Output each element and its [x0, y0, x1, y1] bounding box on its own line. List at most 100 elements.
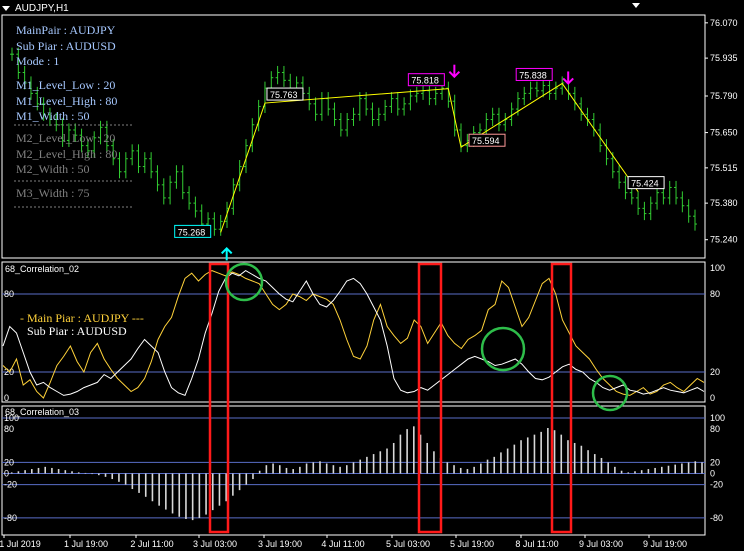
price-bar — [648, 196, 653, 221]
price-bar — [383, 99, 388, 121]
time-axis-label: 3 Jul 03:00 — [193, 539, 237, 549]
corr3-left-label: 20 — [4, 457, 14, 467]
corr3-left-label: -20 — [4, 480, 17, 490]
price-bar — [326, 92, 331, 116]
price-bar — [522, 86, 527, 106]
sub-pair-label: Sub Piar : AUDUSD — [16, 38, 116, 53]
m2-level-high-label: M2_Level_High : 80 — [16, 146, 118, 161]
price-bar — [427, 84, 432, 106]
price-bar — [667, 180, 672, 205]
price-bar — [180, 165, 185, 200]
price-bar — [528, 81, 533, 100]
corr3-tick-label: 80 — [710, 424, 720, 434]
price-bar — [534, 81, 539, 98]
price-bar — [319, 92, 324, 121]
price-bar — [187, 186, 192, 210]
time-axis-label: 4 Jul 11:00 — [321, 539, 364, 549]
corr2-tick-label: 80 — [710, 289, 720, 299]
m1-width-label: M1_Width : 50 — [16, 109, 90, 123]
price-bar — [459, 123, 464, 153]
price-bar — [623, 175, 628, 200]
price-bar — [680, 191, 685, 213]
price-bar — [338, 112, 343, 137]
price-bar — [642, 201, 647, 221]
price-bar — [243, 139, 248, 174]
price-bar — [10, 47, 14, 61]
price-tick-label: 75.240 — [710, 235, 738, 245]
window-menu-icon[interactable] — [632, 3, 640, 8]
price-bar — [218, 214, 223, 236]
price-bar — [572, 86, 577, 111]
price-bar — [655, 186, 660, 210]
time-axis-label: 1 Jul 2019 — [0, 539, 41, 549]
zigzag-line — [220, 82, 639, 233]
window-title-bar[interactable]: AUDJPY,H1 — [2, 2, 69, 14]
price-bar — [389, 92, 394, 113]
highlight-rect — [550, 262, 573, 534]
m2-level-low-label: M2_Level_Low : 20 — [16, 131, 116, 145]
price-bar — [693, 209, 697, 231]
price-bar — [275, 65, 280, 85]
price-label: 75.424 — [631, 179, 659, 189]
price-bar — [212, 212, 217, 236]
price-tick-label: 75.650 — [710, 128, 738, 138]
price-bar — [332, 102, 337, 127]
corr3-tick-label: 20 — [710, 457, 720, 467]
m1-settings-block: M1_Level_Low : 20 M1_Level_High : 80 M1_… — [16, 78, 117, 125]
time-axis-label: 8 Jul 11:00 — [515, 539, 558, 549]
time-axis-label: 5 Jul 19:00 — [450, 539, 494, 549]
price-label: 75.838 — [519, 70, 547, 80]
dropdown-triangle-icon[interactable] — [2, 5, 10, 11]
price-bar — [408, 89, 413, 111]
corr2-left-label: 0 — [4, 393, 9, 403]
price-bar — [351, 107, 356, 127]
price-bar — [370, 102, 375, 127]
buy-arrow-icon — [220, 246, 233, 261]
highlight-circle — [224, 262, 264, 302]
price-bar — [686, 199, 691, 223]
price-bar — [161, 178, 166, 205]
price-bar — [307, 86, 312, 111]
price-bar — [136, 144, 141, 174]
symbol-title: AUDJPY,H1 — [15, 2, 69, 14]
time-axis-label: 2 Jul 11:00 — [130, 539, 173, 549]
price-bar — [357, 92, 362, 121]
price-bar — [123, 152, 128, 179]
price-bar — [496, 107, 501, 132]
price-bar — [345, 112, 350, 137]
panel2-title: 68_Correlation_02 — [5, 264, 80, 274]
time-axis-label: 9 Jul 03:00 — [579, 539, 623, 549]
price-bar — [313, 97, 318, 121]
price-tick-label: 76.070 — [710, 18, 738, 28]
corr3-tick-label: -20 — [710, 480, 723, 490]
price-bar — [149, 152, 154, 179]
price-bar — [281, 65, 286, 87]
m2-m3-settings-block: M2_Level_Low : 20 M2_Level_High : 80 M2_… — [16, 131, 117, 201]
price-bar — [674, 180, 679, 205]
price-label: 75.594 — [472, 136, 500, 146]
price-bar — [130, 144, 135, 166]
m1-level-low-label: M1_Level_Low : 20 — [16, 78, 116, 92]
corr3-left-label: -80 — [4, 513, 17, 523]
m2-width-label: M2_Width : 50 — [16, 162, 90, 176]
corr3-left-label: 80 — [4, 424, 14, 434]
corr2-tick-label: 20 — [710, 367, 720, 377]
price-bar — [376, 107, 381, 127]
price-bar — [591, 112, 596, 137]
price-tick-label: 75.515 — [710, 163, 738, 173]
price-tick-label: 75.935 — [710, 53, 738, 63]
panel2-legend: - Main Piar : AUDJPY --- Sub Piar : AUDU… — [20, 312, 144, 338]
price-bar — [395, 92, 400, 116]
price-bar — [168, 175, 173, 205]
price-bar — [604, 139, 609, 166]
corr2-tick-label: 0 — [710, 393, 715, 403]
price-bar — [617, 165, 622, 189]
corr3-tick-label: -80 — [710, 513, 723, 523]
price-tick-label: 75.380 — [710, 198, 738, 208]
corr3-tick-label: 0 — [710, 469, 715, 479]
price-bar — [142, 152, 147, 174]
price-bar — [503, 112, 508, 132]
sell-arrow-icon — [562, 71, 574, 85]
legend-sub-pair: Sub Piar : AUDUSD — [27, 324, 127, 338]
price-bar — [193, 196, 198, 218]
